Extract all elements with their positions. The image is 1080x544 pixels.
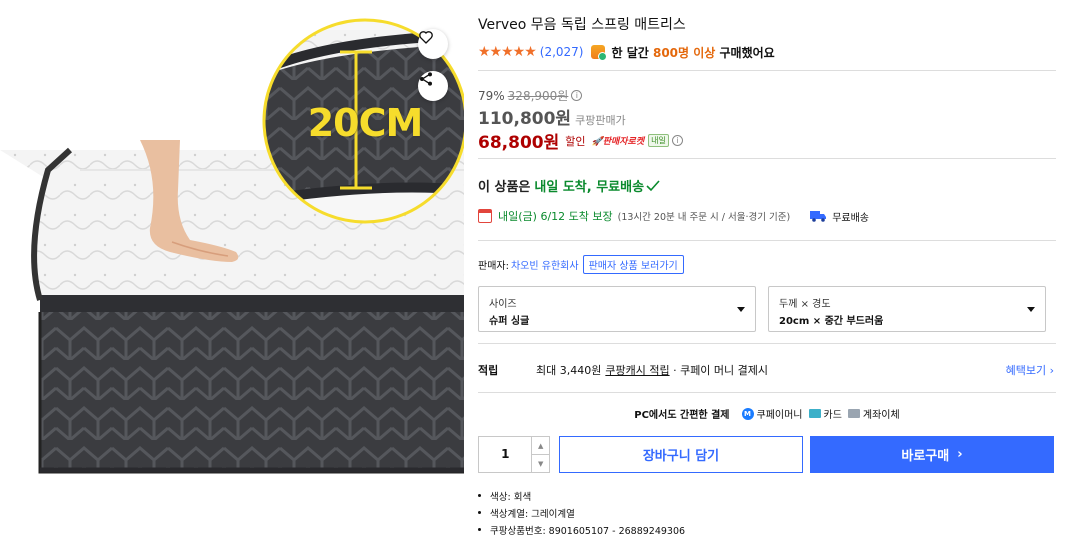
quantity-input[interactable]: 1 [479,437,531,472]
purchase-trend-icon [591,45,608,61]
final-price-row: 68,800원 할인 🚀판매자로켓 내일 i [478,128,683,153]
price-info-icon[interactable]: i [571,90,583,101]
check-icon [646,179,660,191]
divider [478,343,1056,344]
payment-title: PC에서도 간편한 결제 [634,410,730,421]
payment-methods-row: PC에서도 간편한 결제 M 쿠페이머니 카드 계좌이체 [478,406,1056,421]
calendar-icon [478,209,492,223]
benefit-more-link[interactable]: 혜택보기 › [1006,362,1054,378]
quantity-stepper: 1 ▲ ▼ [478,436,550,473]
wishlist-button[interactable] [418,29,448,59]
attribute-color-family: 색상계열: 그레이계열 [478,504,685,521]
seller-label: 판매자: [478,261,509,272]
discount-rate: 79% [478,88,505,103]
sale-price: 110,800원 [478,109,572,129]
benefit-label: 적립 [478,364,499,377]
purchase-count-text: 한 달간 800명 이상 구매했어요 [611,44,774,61]
discount-row: 79% 328,900원 i [478,87,583,104]
benefit-row: 적립 최대 3,440원 쿠팡캐시 적립 · 쿠페이 머니 결제시 혜택보기 › [478,362,1056,378]
caret-down-icon [1027,307,1035,312]
size-select-label: 사이즈 [489,299,517,310]
divider [478,158,1056,159]
share-icon [420,72,432,86]
delivery-row: 내일(금) 6/12 도착 보장 (13시간 20분 내 주문 시 / 서울·경… [478,208,1056,224]
payment-method-card: 카드 [823,410,842,421]
quantity-down-button[interactable]: ▼ [532,454,549,472]
delivery-date: 내일(금) 6/12 도착 보장 [498,210,613,223]
caret-down-icon [737,307,745,312]
product-image: 20CM [0,0,464,544]
arrival-highlight: 내일 도착, 무료배송 [534,180,645,195]
product-title: Verveo 무음 독립 스프링 매트리스 [478,17,686,33]
benefit-suffix: · 쿠페이 머니 결제시 [673,364,769,377]
divider [478,70,1056,71]
sale-price-row: 110,800원 쿠팡판매가 [478,104,626,129]
coupang-cash-link[interactable]: 쿠팡캐시 적립 [605,364,669,377]
attribute-product-number: 쿠팡상품번호: 8901605107 - 26889249306 [478,521,685,538]
buy-now-label: 바로구매 [901,449,950,464]
delivery-note: (13시간 20분 내 주문 시 / 서울·경기 기준) [617,212,791,223]
quantity-up-button[interactable]: ▲ [532,437,549,454]
bank-transfer-icon [847,409,860,418]
size-select-value: 슈퍼 싱글 [489,316,530,327]
arrival-summary: 이 상품은 내일 도착, 무료배송 [478,176,660,195]
seller-products-button[interactable]: 판매자 상품 보러가기 [582,255,684,274]
truck-icon [810,211,827,222]
benefit-text: 최대 3,440원 쿠팡캐시 적립 · 쿠페이 머니 결제시 [536,362,768,378]
payment-method-bank: 계좌이체 [862,410,900,421]
heart-icon [419,31,433,44]
card-icon [808,409,821,418]
rating-row: ★★★★★ (2,027) 한 달간 800명 이상 구매했어요 [478,43,775,61]
add-to-cart-button[interactable]: 장바구니 담기 [559,436,803,473]
rocket-seller-badge: 🚀판매자로켓 [591,137,645,147]
thickness-select-value: 20cm × 중간 부드러움 [779,316,884,327]
benefit-amount: 최대 3,440원 [536,364,602,377]
thickness-select-label: 두께 × 경도 [779,299,831,310]
buy-now-button[interactable]: 바로구매 › [810,436,1054,473]
product-info-panel: Verveo 무음 독립 스프링 매트리스 ★★★★★ (2,027) 한 달간… [478,0,1056,544]
payment-method-coupay: 쿠페이머니 [756,410,803,421]
divider [478,392,1056,393]
thickness-select[interactable]: 두께 × 경도 20cm × 중간 부드러움 [768,286,1046,332]
seller-row: 판매자: 차오빈 유한회사 판매자 상품 보러가기 [478,255,684,274]
purchase-prefix: 한 달간 [611,45,653,60]
final-price-label: 할인 [565,134,586,148]
original-price: 328,900원 [507,89,569,103]
attribute-list: 색상: 회색 색상계열: 그레이계열 쿠팡상품번호: 8901605107 - … [478,487,685,538]
review-count-link[interactable]: (2,027) [540,45,584,59]
quantity-arrows: ▲ ▼ [531,437,549,472]
coupay-icon: M [741,407,754,420]
purchase-suffix: 구매했어요 [715,45,775,60]
attribute-color: 색상: 회색 [478,487,685,504]
sale-price-label: 쿠팡판매가 [575,114,626,127]
final-price-info-icon[interactable]: i [671,135,683,146]
purchase-count: 800명 이상 [652,45,716,60]
arrival-prefix: 이 상품은 [478,180,531,195]
star-rating-icon[interactable]: ★★★★★ [478,44,537,60]
size-select[interactable]: 사이즈 슈퍼 싱글 [478,286,756,332]
chevron-right-icon: › [957,447,963,462]
divider [478,240,1056,241]
free-shipping-label: 무료배송 [832,212,870,224]
next-day-tag: 내일 [648,134,669,147]
final-price: 68,800원 [478,133,560,153]
zoom-label: 20CM [307,101,424,145]
seller-name-link[interactable]: 차오빈 유한회사 [511,257,579,272]
share-button[interactable] [418,71,448,101]
